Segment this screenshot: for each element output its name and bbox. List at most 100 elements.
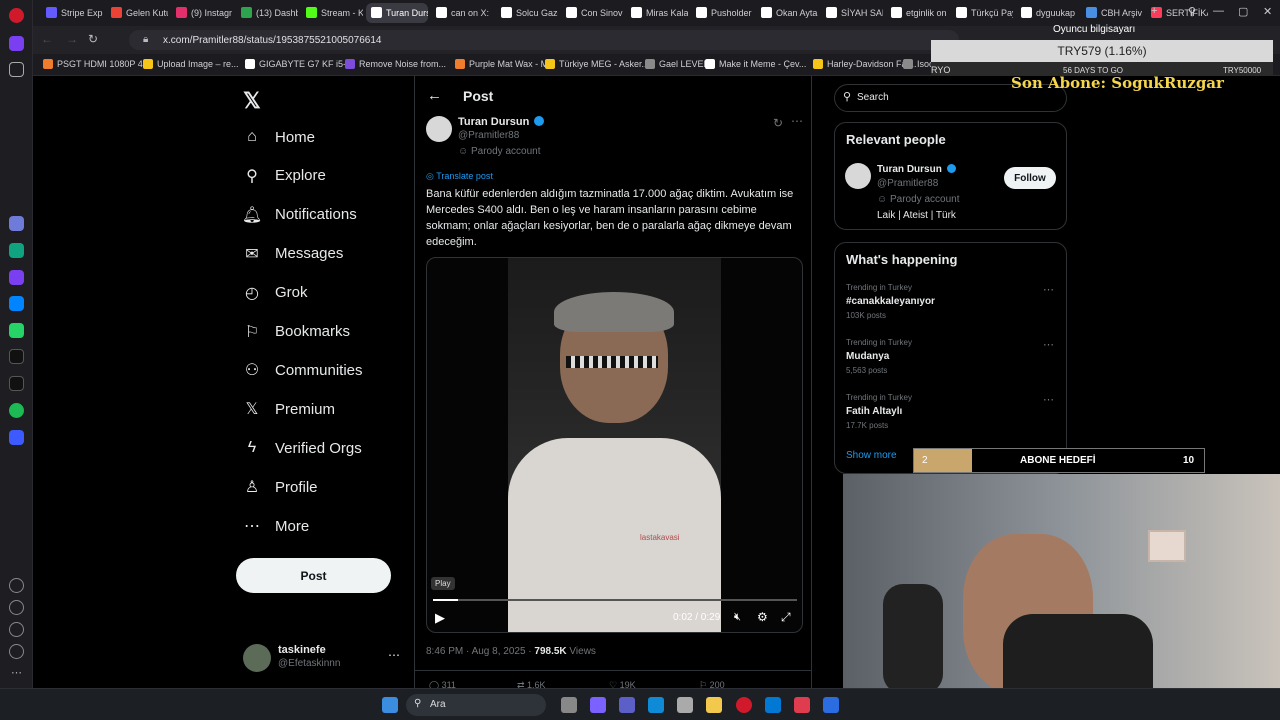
forward-icon[interactable]: → [66, 32, 78, 46]
app-icon[interactable] [794, 697, 810, 713]
more-icon[interactable]: ⋯ [1043, 338, 1054, 351]
mute-icon[interactable]: 🔇︎ [734, 611, 741, 624]
back-icon[interactable]: ← [41, 32, 53, 46]
browser-tab[interactable]: Solcu Gaze [496, 3, 558, 23]
new-tab-icon[interactable]: + [1151, 5, 1157, 17]
bookmark-item[interactable]: Türkiye MEG - Asker... [545, 59, 649, 69]
app-icon[interactable] [823, 697, 839, 713]
explorer-icon[interactable] [706, 697, 722, 713]
copilot-icon[interactable] [590, 697, 606, 713]
trend-item[interactable]: Trending in Turkey #canakkaleyanıyor 103K … [835, 283, 1066, 333]
nav-item-home[interactable]: ⌂ Home [243, 119, 315, 155]
close-window-icon[interactable]: ✕ [1263, 5, 1272, 18]
browser-tab[interactable]: Stripe Exp [41, 3, 103, 23]
browser-tab[interactable]: Con Sinov [561, 3, 623, 23]
nav-item-messages[interactable]: ✉ Messages [243, 236, 343, 272]
search-tabs-icon[interactable]: ⚲ [1188, 5, 1196, 18]
trend-item[interactable]: Trending in Turkey Mudanya 5,563 posts ⋯ [835, 338, 1066, 388]
minimize-icon[interactable]: — [1213, 5, 1224, 17]
app-icon[interactable] [9, 270, 24, 285]
bookmark-item[interactable]: Upload Image – re... [143, 59, 239, 69]
history-icon[interactable] [9, 600, 24, 615]
bookmark-item[interactable]: GIGABYTE G7 KF i5-... [245, 59, 354, 69]
bookmark-item[interactable]: Purple Mat Wax - M... [455, 59, 556, 69]
fullscreen-icon[interactable]: ⤢ [781, 610, 791, 625]
task-view-icon[interactable] [561, 697, 577, 713]
nav-item-bookmarks[interactable]: ⚐ Bookmarks [243, 314, 350, 350]
settings-icon[interactable]: ⚙ [757, 610, 768, 624]
account-switcher[interactable]: taskinefe @Efetaskinnn ⋯ [243, 642, 413, 678]
browser-tab[interactable]: CBH Arşiv [1081, 3, 1143, 23]
show-more-link[interactable]: Show more [846, 450, 897, 461]
bookmark-item[interactable]: Harley-Davidson Fat... [813, 59, 917, 69]
translate-link[interactable]: ◎ Translate post [426, 171, 493, 182]
bulb-icon[interactable] [9, 644, 24, 659]
browser-tab[interactable]: Turan Dursun o [366, 3, 428, 23]
browser-tab[interactable]: SİYAH SAH [821, 3, 883, 23]
more-icon[interactable]: ⋯ [1043, 283, 1054, 296]
nav-item-profile[interactable]: ♙ Profile [243, 469, 318, 505]
browser-tab[interactable]: (13) Dashb [236, 3, 298, 23]
browser-tab[interactable]: Okan Ayta [756, 3, 818, 23]
play-icon[interactable]: ▶ [435, 610, 445, 626]
nav-item-communities[interactable]: ⚇ Communities [243, 352, 363, 388]
post-button[interactable]: Post [236, 558, 391, 593]
nav-item-notifications[interactable]: 🔔︎ Notifications [242, 197, 357, 233]
bookmark-item[interactable]: Remove Noise from... [345, 59, 446, 69]
maximize-icon[interactable]: ▢ [1238, 5, 1248, 18]
browser-tab[interactable]: (9) Instagr [171, 3, 233, 23]
more-icon[interactable]: ⋯ [1043, 393, 1054, 406]
home-icon[interactable] [9, 36, 24, 51]
follow-button[interactable]: Follow [1004, 167, 1056, 189]
bookmark-item[interactable]: Gael LEVEL [645, 59, 709, 69]
taskbar-search[interactable]: ⚲ Ara [406, 694, 546, 716]
app-icon[interactable] [9, 216, 24, 231]
nav-item-verified-orgs[interactable]: ϟ Verified Orgs [243, 430, 362, 466]
author-avatar[interactable] [426, 116, 452, 142]
browser-tab[interactable]: can on X: [431, 3, 493, 23]
back-arrow-icon[interactable]: ← [427, 87, 442, 104]
messenger-icon[interactable] [9, 296, 24, 311]
opera-icon[interactable] [736, 697, 752, 713]
chatgpt-icon[interactable] [9, 243, 24, 258]
x-logo-icon[interactable]: 𝕏 [243, 88, 261, 114]
x-icon[interactable] [9, 376, 24, 391]
windows-start-icon[interactable] [382, 697, 398, 713]
nav-item-more[interactable]: ⋯ More [243, 508, 309, 544]
author-handle[interactable]: @Pramitler88 [458, 130, 519, 141]
browser-tab[interactable]: Miras Kala [626, 3, 688, 23]
edge-icon[interactable] [648, 697, 664, 713]
more-icon[interactable]: ⋯ [388, 648, 400, 662]
browser-tab[interactable]: Pusholder [691, 3, 753, 23]
nav-item-grok[interactable]: ◴ Grok [243, 275, 308, 311]
browser-tab[interactable]: etginlik on [886, 3, 948, 23]
bookmark-item[interactable]: Make it Meme - Çev... [705, 59, 806, 69]
person-name[interactable]: Turan Dursun [877, 164, 956, 175]
more-icon[interactable]: ⋯ [11, 666, 22, 679]
teams-icon[interactable] [619, 697, 635, 713]
outlook-icon[interactable] [765, 697, 781, 713]
bookmark-item[interactable]: PSGT HDMI 1080P 4... [43, 59, 150, 69]
star-icon[interactable] [9, 62, 24, 77]
trend-item[interactable]: Trending in Turkey Fatih Altaylı 17.7K pos… [835, 393, 1066, 443]
settings-icon[interactable] [9, 622, 24, 637]
more-icon[interactable]: ⋯ [791, 114, 803, 128]
post-timestamp[interactable]: 8:46 PM · Aug 8, 2025 · [426, 646, 534, 657]
heart-icon[interactable] [9, 578, 24, 593]
opera-logo-icon[interactable] [9, 8, 24, 23]
browser-tab[interactable]: Gelen Kutu [106, 3, 168, 23]
video-player[interactable]: lastakavasi Play ▶ 0:02 / 0:29 🔇︎ ⚙ ⤢ [426, 257, 803, 633]
store-icon[interactable] [677, 697, 693, 713]
spotify-icon[interactable] [9, 403, 24, 418]
url-field[interactable]: 🔒︎ x.com/Pramitler88/status/195387552100… [129, 30, 959, 50]
person-avatar[interactable] [845, 163, 871, 189]
nav-item-explore[interactable]: ⚲ Explore [243, 158, 326, 194]
app-icon[interactable] [9, 430, 24, 445]
nav-item-premium[interactable]: 𝕏 Premium [243, 391, 335, 427]
browser-tab[interactable]: Türkçü Pay [951, 3, 1013, 23]
reload-icon[interactable]: ↻ [88, 32, 98, 46]
browser-tab[interactable]: dyguukap [1016, 3, 1078, 23]
grok-icon[interactable]: ↻ [773, 116, 783, 130]
whatsapp-icon[interactable] [9, 323, 24, 338]
author-name[interactable]: Turan Dursun [458, 116, 545, 128]
